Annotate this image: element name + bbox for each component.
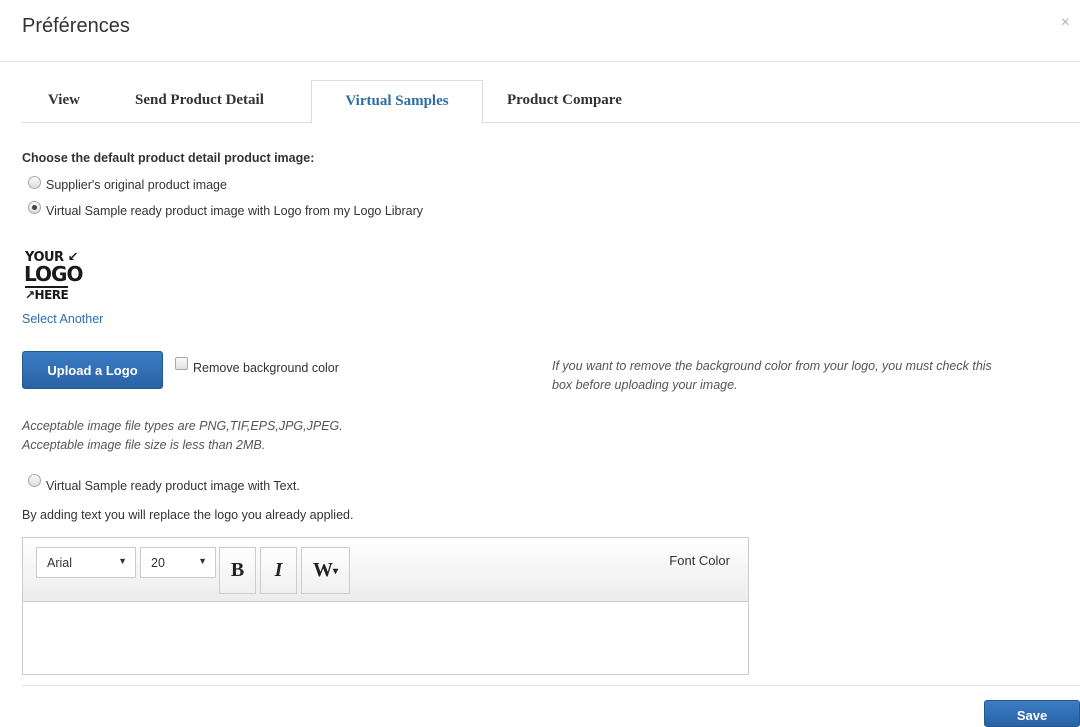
tab-send-product-detail[interactable]: Send Product Detail xyxy=(135,80,264,123)
font-family-value: Arial xyxy=(47,556,73,570)
text-wrap-label: W xyxy=(312,559,333,581)
font-size-value: 20 xyxy=(151,556,165,570)
italic-button[interactable]: I xyxy=(260,547,297,594)
radio-logo-image-label: Virtual Sample ready product image with … xyxy=(46,204,424,218)
remove-background-checkbox[interactable] xyxy=(175,357,188,370)
font-family-select[interactable]: Arial ▼ xyxy=(36,547,136,578)
bold-button[interactable]: B xyxy=(219,547,256,594)
radio-logo-image[interactable] xyxy=(28,201,41,214)
radio-text-image[interactable] xyxy=(28,474,41,487)
wrap-arrow-icon: ▾ xyxy=(332,566,339,577)
modal-header: Préférences × xyxy=(0,0,1080,62)
tab-virtual-samples[interactable]: Virtual Samples xyxy=(311,80,483,124)
footer-divider xyxy=(22,685,1080,686)
save-button[interactable]: Save xyxy=(984,700,1080,727)
select-another-link[interactable]: Select Another xyxy=(22,312,103,326)
editor-toolbar: Arial ▼ 20 ▼ B I W▾ Font Color xyxy=(23,538,748,602)
file-size-note: Acceptable image file size is less than … xyxy=(22,438,266,452)
remove-background-hint-line1: If you want to remove the background col… xyxy=(552,359,992,373)
chevron-down-icon: ▼ xyxy=(118,556,127,566)
remove-background-hint-line2: box before uploading your image. xyxy=(552,378,738,392)
editor-text-area[interactable] xyxy=(23,603,748,674)
image-choice-heading: Choose the default product detail produc… xyxy=(22,151,315,165)
chevron-down-icon: ▼ xyxy=(198,556,207,566)
tab-view[interactable]: View xyxy=(48,80,80,123)
radio-original-image-label: Supplier's original product image xyxy=(46,178,227,192)
font-color-button[interactable]: Font Color xyxy=(669,553,730,568)
text-replace-note: By adding text you will replace the logo… xyxy=(22,508,354,522)
modal-title: Préférences xyxy=(22,15,130,37)
logo-text-line3: ↗HERE xyxy=(25,286,69,302)
tab-product-compare[interactable]: Product Compare xyxy=(507,80,622,123)
logo-text-line2: LOGO xyxy=(24,262,83,286)
radio-text-image-label: Virtual Sample ready product image with … xyxy=(46,479,300,493)
font-size-select[interactable]: 20 ▼ xyxy=(140,547,216,578)
tab-bar: View Send Product Detail Virtual Samples… xyxy=(22,80,1080,124)
file-types-note: Acceptable image file types are PNG,TIF,… xyxy=(22,419,343,433)
text-wrap-button[interactable]: W▾ xyxy=(301,547,350,594)
radio-original-image[interactable] xyxy=(28,176,41,189)
remove-background-label: Remove background color xyxy=(193,361,339,375)
logo-thumbnail[interactable]: YOUR ↙ LOGO ↗HERE xyxy=(24,248,83,306)
upload-logo-button[interactable]: Upload a Logo xyxy=(22,351,163,389)
close-icon[interactable]: × xyxy=(1061,14,1070,32)
text-editor: Arial ▼ 20 ▼ B I W▾ Font Color xyxy=(22,537,749,675)
